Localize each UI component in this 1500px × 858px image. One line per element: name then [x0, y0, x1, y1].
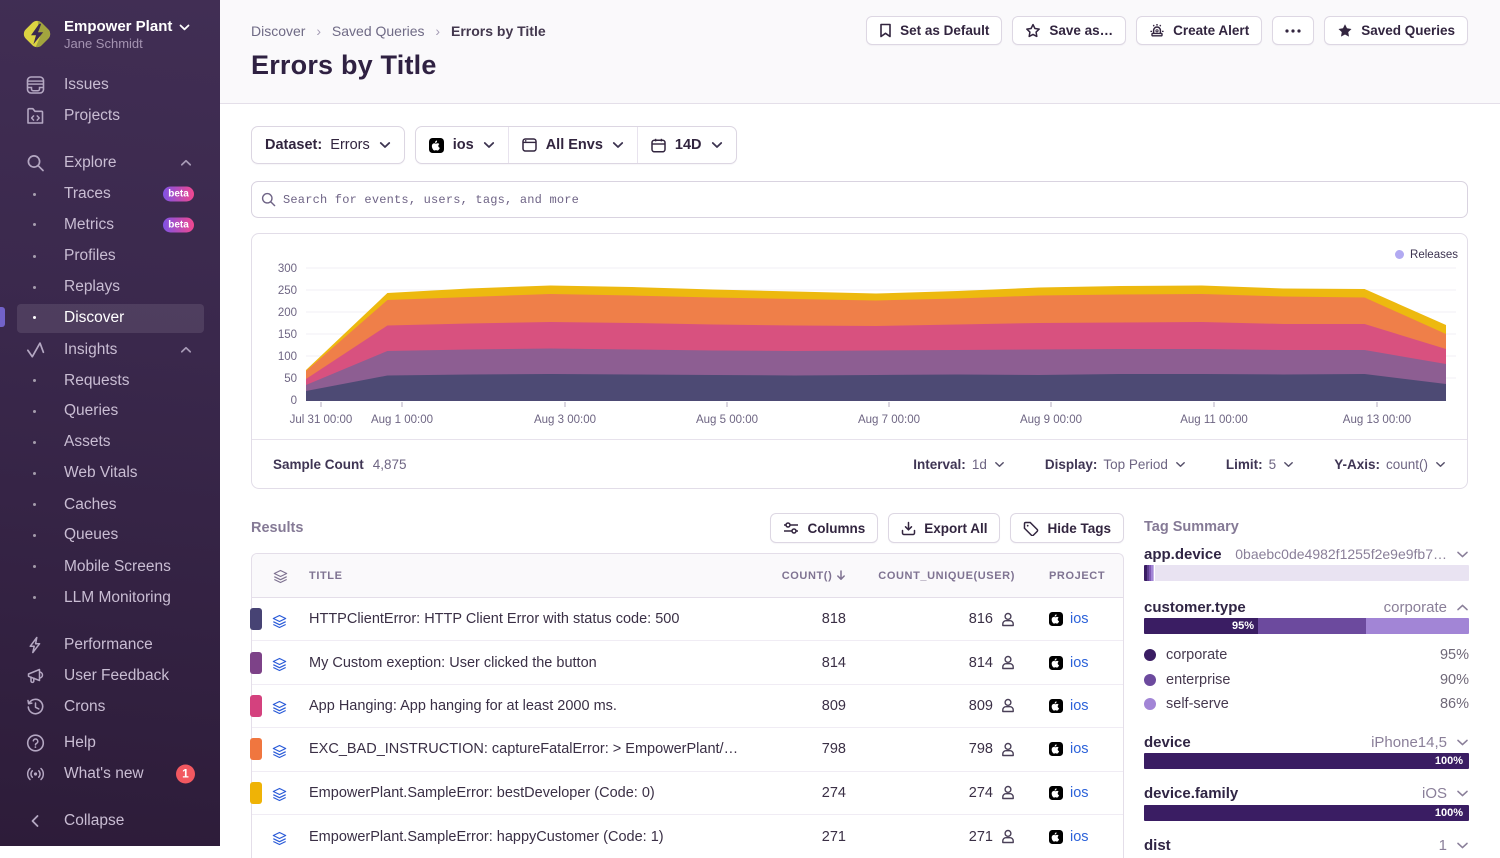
svg-text:Aug 3 00:00: Aug 3 00:00 — [534, 414, 596, 426]
svg-text:250: 250 — [278, 285, 297, 297]
svg-text:Aug 9 00:00: Aug 9 00:00 — [1020, 414, 1082, 426]
svg-text:Aug 5 00:00: Aug 5 00:00 — [696, 414, 758, 426]
svg-text:Aug 13 00:00: Aug 13 00:00 — [1343, 414, 1411, 426]
svg-text:150: 150 — [278, 329, 297, 341]
svg-text:Aug 1 00:00: Aug 1 00:00 — [371, 414, 433, 426]
svg-text:100: 100 — [278, 351, 297, 363]
svg-text:300: 300 — [278, 263, 297, 275]
svg-text:Aug 7 00:00: Aug 7 00:00 — [858, 414, 920, 426]
svg-text:Aug 11 00:00: Aug 11 00:00 — [1180, 414, 1248, 426]
svg-text:200: 200 — [278, 307, 297, 319]
svg-text:Jul 31 00:00: Jul 31 00:00 — [290, 414, 353, 426]
svg-text:0: 0 — [291, 395, 297, 407]
svg-text:50: 50 — [284, 373, 297, 385]
